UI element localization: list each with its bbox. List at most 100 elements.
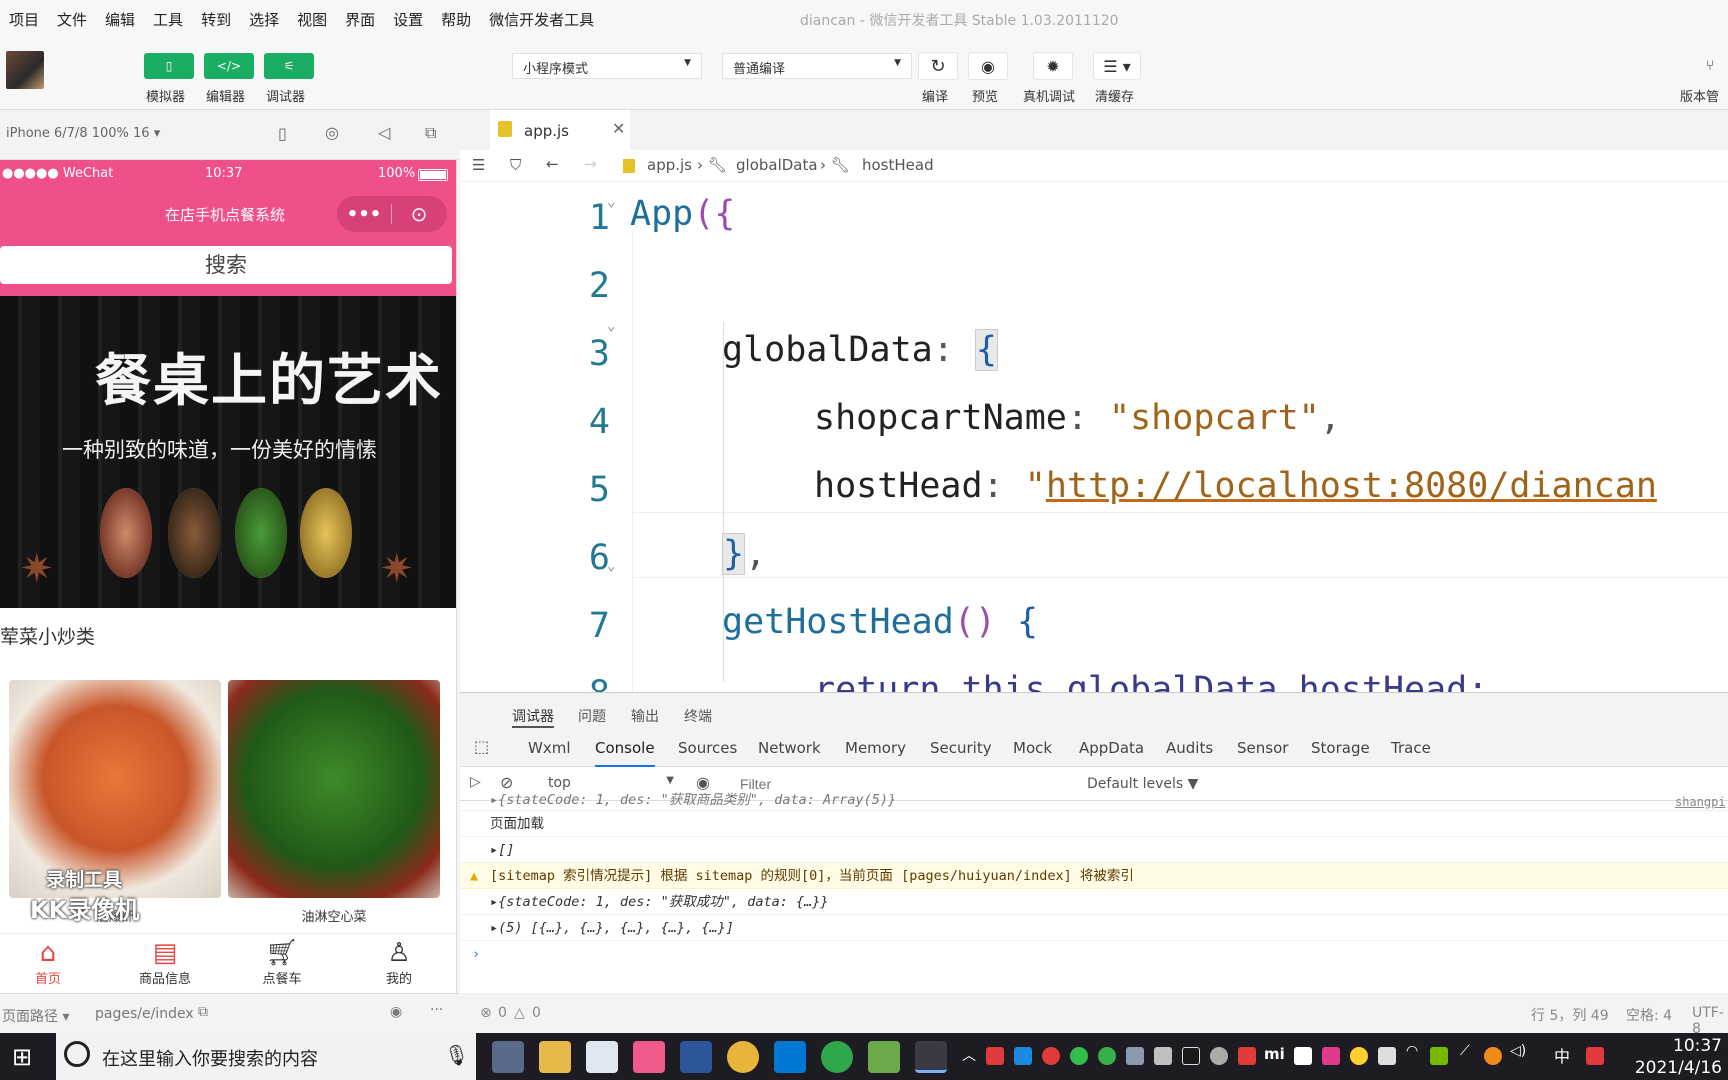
menu-select[interactable]: 选择 [240,9,288,30]
breadcrumb-item[interactable]: app.js [647,156,692,174]
more-dots-icon[interactable]: ••• [337,204,391,225]
notepad-icon[interactable] [586,1041,618,1073]
close-circle-icon[interactable]: ⊙ [392,202,446,226]
word-icon[interactable] [680,1041,712,1073]
tab-sources[interactable]: Sources [678,739,737,757]
network-icon[interactable]: ⟋ [1460,1043,1470,1059]
inspect-icon[interactable]: ⬚ [474,737,489,756]
fold-icon[interactable]: ⌄ [607,318,615,334]
tab-terminal[interactable]: 终端 [684,706,712,726]
tab-problems[interactable]: 问题 [578,706,606,726]
copy-icon[interactable]: ⧉ [198,1004,208,1020]
warning-icon[interactable]: △ [514,1005,525,1021]
console-source-link[interactable]: shangpi [1675,795,1726,809]
device-select[interactable]: iPhone 6/7/8 100% 16 ▾ [6,126,160,141]
wechat-tray-icon[interactable] [1070,1047,1088,1065]
wechat-devtools-icon[interactable] [915,1041,947,1073]
console-entry[interactable]: ▸{stateCode: 1, des: "获取成功", data: {…}} [460,889,1728,915]
volume-icon[interactable]: ◁ [378,123,390,142]
food-image-water-spinach[interactable] [228,680,440,898]
tab-storage[interactable]: Storage [1311,739,1370,757]
avatar[interactable] [6,51,44,89]
eye-icon[interactable]: ◉ [696,773,710,792]
console-prompt[interactable]: › [460,941,1728,967]
code-area[interactable]: ⌄ ⌄ ⌄ 1 2 3 4 5 6 7 8 App({ globalData: … [460,182,1728,692]
microphone-icon[interactable]: 🎙︎ [444,1043,469,1067]
menu-settings[interactable]: 设置 [384,9,432,30]
window-icon[interactable]: ⧉ [425,123,436,143]
menu-interface[interactable]: 界面 [336,9,384,30]
tab-console[interactable]: Console [595,739,655,767]
wifi-icon[interactable]: ◠ [1406,1043,1418,1059]
levels-select[interactable]: Default levels ▼ [1087,776,1198,792]
editor-button[interactable]: </> [204,53,254,79]
version-button[interactable]: ⑂ [1690,52,1728,80]
banner-image[interactable]: 餐桌上的艺术 一种别致的味道，一份美好的情愫 ✷ ✷ [0,296,456,608]
bookmark-icon[interactable]: ⛉ [510,156,521,174]
tab-sensor[interactable]: Sensor [1237,739,1288,757]
clear-cache-button[interactable]: ☰ ▾ [1093,52,1141,80]
cursor-position[interactable]: 行 5，列 49 [1531,1005,1609,1025]
code-link[interactable]: http://localhost:8080/diancan [1046,466,1657,506]
tab-app-js[interactable]: app.js ✕ [490,110,630,150]
debugger-button[interactable]: ⚟ [264,53,314,79]
tray-icon[interactable] [1126,1047,1144,1065]
menu-file[interactable]: 文件 [48,9,96,30]
volume-icon[interactable]: ◁) [1510,1043,1526,1059]
menu-project[interactable]: 项目 [0,9,48,30]
mi-icon[interactable]: mi [1264,1045,1285,1063]
vscode-icon[interactable] [774,1041,806,1073]
preview-button[interactable]: ◉ [968,52,1008,80]
sogou-icon[interactable] [1586,1047,1604,1065]
menu-wechat-devtools[interactable]: 微信开发者工具 [480,9,603,30]
compile-select[interactable]: 普通编译 ▼ [722,53,912,79]
breadcrumb-item[interactable]: globalData [736,156,818,174]
tab-security[interactable]: Security [930,739,992,757]
tab-appdata[interactable]: AppData [1079,739,1144,757]
system-clock[interactable]: 10:37 2021/4/16 [1635,1035,1722,1079]
menu-view[interactable]: 视图 [288,9,336,30]
tray-icon[interactable] [1350,1047,1368,1065]
tray-icon[interactable] [1154,1047,1172,1065]
app-icon-pet[interactable] [727,1041,759,1073]
tab-audits[interactable]: Audits [1166,739,1213,757]
console-entry[interactable]: ▸{stateCode: 1, des: "获取商品类别", data: Arr… [460,793,1728,811]
tray-expand-icon[interactable]: ︿ [962,1045,976,1065]
ime-indicator[interactable]: 中 [1554,1043,1570,1067]
eye-icon[interactable]: ◉ [390,1004,402,1020]
breadcrumb-item[interactable]: hostHead [862,156,934,174]
taskbar-search[interactable]: 在这里输入你要搜索的内容 🎙︎ [56,1033,476,1080]
tray-icon[interactable] [1322,1047,1340,1065]
search-button[interactable]: 搜索 [0,246,452,284]
tray-icon[interactable] [1098,1047,1116,1065]
folder-icon[interactable] [539,1041,571,1073]
app-icon-browser[interactable] [492,1041,524,1073]
tab-trace[interactable]: Trace [1391,739,1431,757]
compile-button[interactable]: ↻ [918,52,958,80]
tab-wxml[interactable]: Wxml [528,739,571,757]
console-entry[interactable]: ▸[] [460,837,1728,863]
back-icon[interactable]: ← [546,155,559,173]
tray-icon[interactable] [1484,1047,1502,1065]
simulator-button[interactable]: ▯ [144,53,194,79]
windows-start-icon[interactable]: ⊞ [12,1043,32,1071]
tray-icon[interactable] [1238,1047,1256,1065]
tab-mine[interactable]: ♙ 我的 [354,938,444,987]
forward-icon[interactable]: → [584,155,597,173]
outline-icon[interactable]: ☰ [472,156,485,174]
tab-products[interactable]: ▤ 商品信息 [120,938,210,987]
tab-memory[interactable]: Memory [845,739,906,757]
tray-icon[interactable] [1042,1047,1060,1065]
sidebar-toggle-icon[interactable]: ▷ [470,774,481,790]
real-debug-button[interactable]: ✹ [1033,52,1073,80]
tray-icon[interactable] [1014,1047,1032,1065]
menu-tools[interactable]: 工具 [144,9,192,30]
app-icon-image[interactable] [868,1041,900,1073]
close-icon[interactable]: ✕ [612,119,625,138]
tab-cart[interactable]: 🛒︎ 点餐车 [237,938,327,987]
menu-edit[interactable]: 编辑 [96,9,144,30]
tab-debugger[interactable]: 调试器 [512,706,554,728]
record-icon[interactable]: ◎ [325,123,339,142]
tab-network[interactable]: Network [758,739,821,757]
tab-output[interactable]: 输出 [631,706,659,726]
